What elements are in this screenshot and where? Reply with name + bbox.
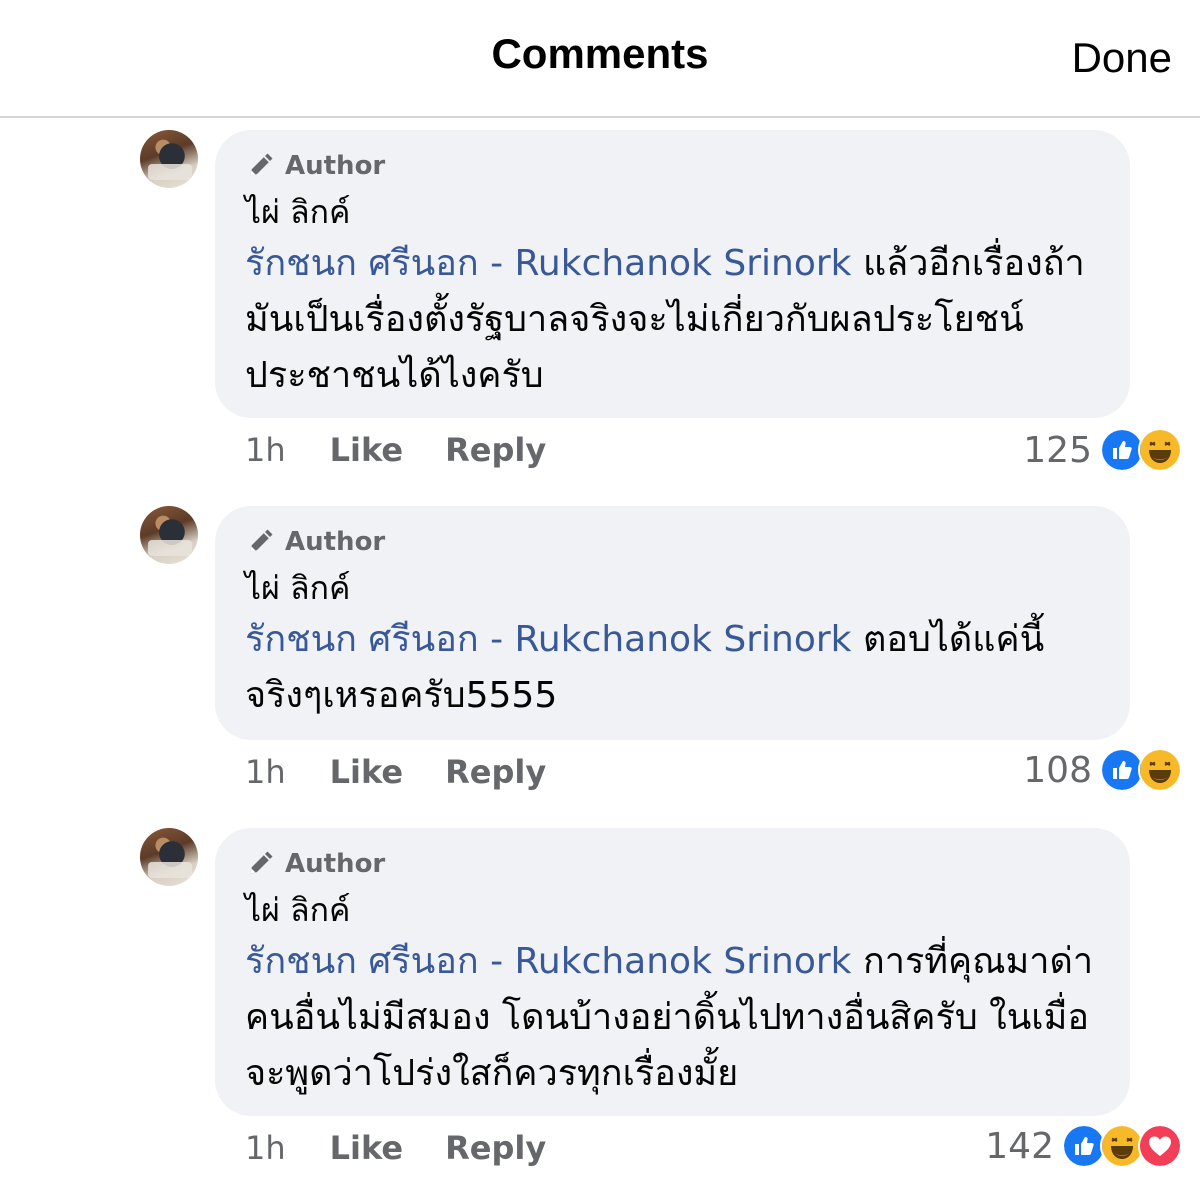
- commenter-name[interactable]: ไผ่ ลิกค์: [245, 192, 1102, 232]
- commenter-name[interactable]: ไผ่ ลิกค์: [245, 568, 1102, 608]
- author-badge-label: Author: [285, 151, 386, 181]
- like-button[interactable]: Like: [330, 431, 403, 469]
- reaction-summary[interactable]: 125: [1023, 428, 1182, 472]
- reaction-count: 142: [985, 1125, 1054, 1167]
- done-button[interactable]: Done: [1072, 34, 1172, 82]
- comment-text: รักชนก ศรีนอก - Rukchanok Srinork การที่…: [245, 934, 1102, 1102]
- mention-link[interactable]: รักชนก ศรีนอก - Rukchanok Srinork: [245, 941, 852, 982]
- author-badge: Author: [245, 524, 1102, 560]
- haha-icon: [1138, 428, 1182, 472]
- love-icon: [1138, 1124, 1182, 1168]
- reply-button[interactable]: Reply: [445, 753, 546, 791]
- reaction-summary[interactable]: 108: [1023, 748, 1182, 792]
- commenter-name[interactable]: ไผ่ ลิกค์: [245, 890, 1102, 930]
- author-badge: Author: [245, 846, 1102, 882]
- author-badge-label: Author: [285, 527, 386, 557]
- reply-button[interactable]: Reply: [445, 431, 546, 469]
- comment-actions: 1h Like Reply: [245, 430, 546, 470]
- author-badge: Author: [245, 148, 1102, 184]
- comment-time[interactable]: 1h: [245, 753, 286, 791]
- pencil-icon: [250, 529, 273, 552]
- avatar[interactable]: [140, 828, 198, 886]
- comment-time[interactable]: 1h: [245, 431, 286, 469]
- avatar[interactable]: [140, 506, 198, 564]
- reaction-count: 108: [1023, 749, 1092, 791]
- reply-button[interactable]: Reply: [445, 1129, 546, 1167]
- comments-header: Comments Done: [0, 0, 1200, 118]
- comment-actions: 1h Like Reply: [245, 752, 546, 792]
- comment-text: รักชนก ศรีนอก - Rukchanok Srinork ตอบได้…: [245, 612, 1102, 724]
- comment-text: รักชนก ศรีนอก - Rukchanok Srinork แล้วอี…: [245, 236, 1102, 404]
- comment-time[interactable]: 1h: [245, 1129, 286, 1167]
- like-button[interactable]: Like: [330, 753, 403, 791]
- reaction-count: 125: [1023, 429, 1092, 471]
- mention-link[interactable]: รักชนก ศรีนอก - Rukchanok Srinork: [245, 243, 852, 284]
- pencil-icon: [250, 153, 273, 176]
- author-badge-label: Author: [285, 849, 386, 879]
- avatar[interactable]: [140, 130, 198, 188]
- comment-bubble: Author ไผ่ ลิกค์ รักชนก ศรีนอก - Rukchan…: [215, 828, 1130, 1116]
- comment-bubble: Author ไผ่ ลิกค์ รักชนก ศรีนอก - Rukchan…: [215, 506, 1130, 740]
- like-button[interactable]: Like: [330, 1129, 403, 1167]
- haha-icon: [1138, 748, 1182, 792]
- comment-actions: 1h Like Reply: [245, 1128, 546, 1168]
- mention-link[interactable]: รักชนก ศรีนอก - Rukchanok Srinork: [245, 619, 852, 660]
- comment-bubble: Author ไผ่ ลิกค์ รักชนก ศรีนอก - Rukchan…: [215, 130, 1130, 418]
- pencil-icon: [250, 851, 273, 874]
- page-title: Comments: [491, 30, 709, 77]
- reaction-summary[interactable]: 142: [985, 1124, 1182, 1168]
